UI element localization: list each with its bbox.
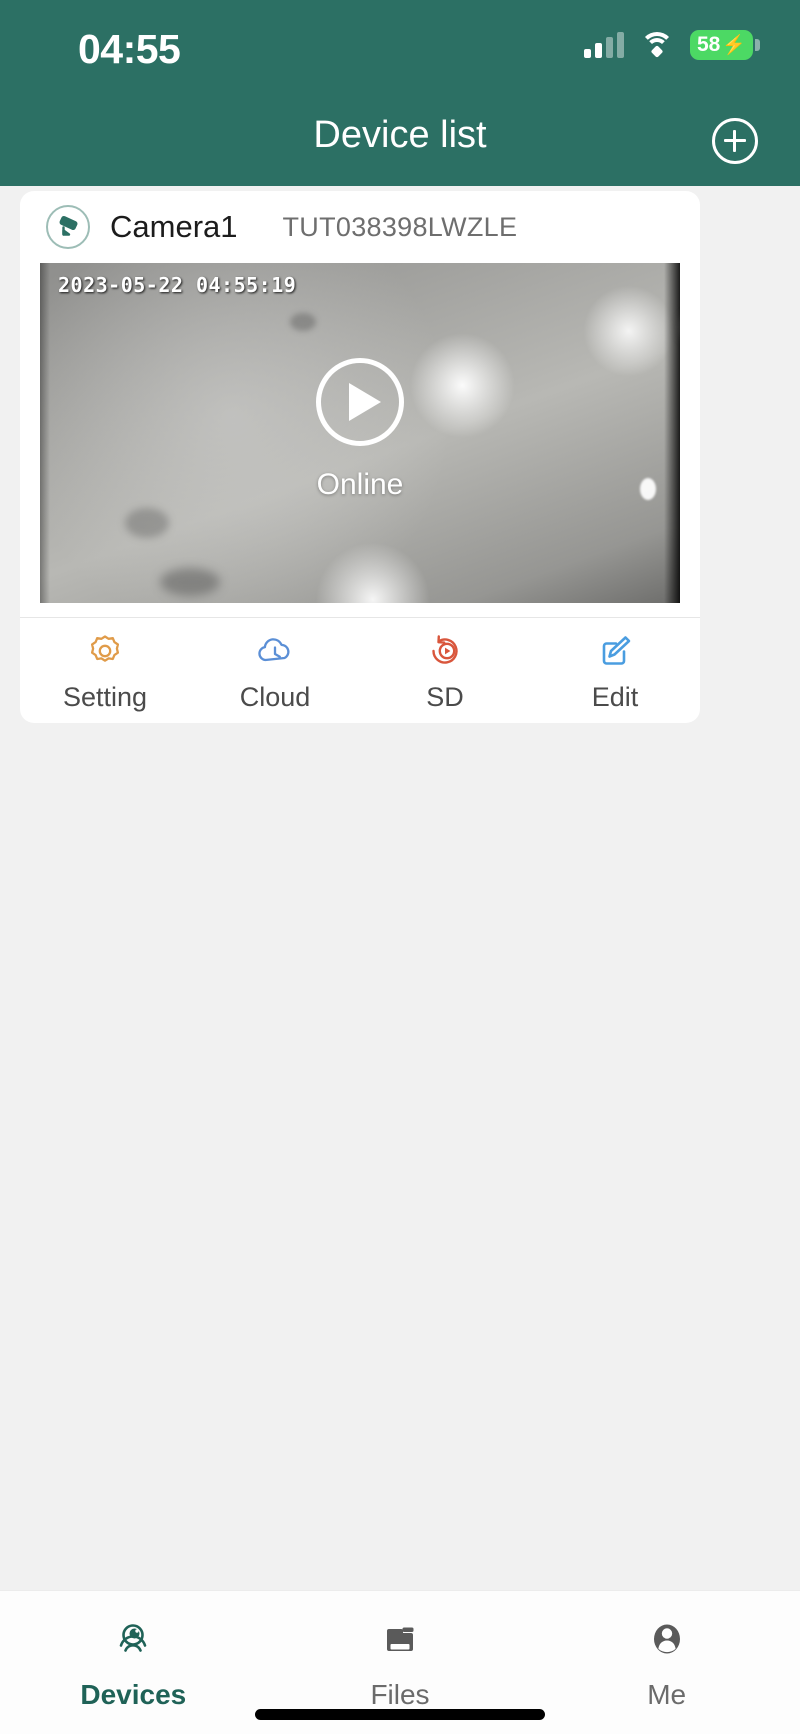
status-badge: Online xyxy=(316,468,404,501)
app-header: 04:55 58 ⚡ Device list xyxy=(0,0,800,186)
preview-artifact xyxy=(125,508,169,538)
tab-label: Devices xyxy=(80,1679,187,1710)
plus-circle-icon[interactable] xyxy=(712,118,758,164)
cctv-camera-icon xyxy=(46,205,90,249)
status-bar-time: 04:55 xyxy=(78,26,181,72)
action-label: SD xyxy=(426,681,464,712)
device-name: Camera1 xyxy=(110,209,238,244)
preview-artifact xyxy=(160,568,220,596)
wifi-icon xyxy=(639,32,674,58)
edit-pencil-icon xyxy=(593,629,637,673)
battery-charging-icon: 58 ⚡ xyxy=(689,30,760,60)
bottom-tab-bar: Devices Files Me xyxy=(0,1590,800,1734)
device-card[interactable]: Camera1 TUT038398LWZLE 2023-05-22 04:55:… xyxy=(20,191,700,723)
dome-camera-icon xyxy=(107,1613,159,1665)
page-title: Device list xyxy=(313,114,487,156)
preview-artifact xyxy=(290,313,316,331)
device-action-bar: Setting Cloud SD Edit xyxy=(20,617,700,723)
tab-devices[interactable]: Devices xyxy=(0,1591,267,1734)
preview-timestamp: 2023-05-22 04:55:19 xyxy=(58,273,297,297)
tab-label: Me xyxy=(647,1679,687,1710)
replay-sd-icon xyxy=(423,629,467,673)
folder-icon xyxy=(374,1613,426,1665)
status-bar: 04:55 58 ⚡ xyxy=(0,0,800,92)
device-uid: TUT038398LWZLE xyxy=(282,211,518,242)
preview-center-stack: Online xyxy=(40,358,680,502)
navigation-bar: Device list xyxy=(0,92,800,186)
cellular-signal-icon xyxy=(583,32,624,58)
action-edit[interactable]: Edit xyxy=(530,618,700,723)
action-sd[interactable]: SD xyxy=(360,618,530,723)
person-icon xyxy=(641,1613,693,1665)
action-label: Setting xyxy=(62,681,148,712)
battery-percent-label: 58 xyxy=(696,33,721,56)
action-label: Cloud xyxy=(239,681,311,712)
tab-label: Files xyxy=(370,1679,430,1710)
action-label: Edit xyxy=(591,681,639,712)
home-indicator xyxy=(255,1709,545,1720)
camera-preview[interactable]: 2023-05-22 04:55:19 Online xyxy=(40,263,680,603)
lightning-bolt-icon: ⚡ xyxy=(722,34,746,56)
action-setting[interactable]: Setting xyxy=(20,618,190,723)
cloud-clock-icon xyxy=(253,629,297,673)
battery-cap xyxy=(755,39,760,51)
tab-me[interactable]: Me xyxy=(533,1591,800,1734)
preview-artifact xyxy=(678,308,680,346)
phone-screen: 04:55 58 ⚡ Device list Camera1 TUT038398… xyxy=(0,0,800,1734)
device-card-header: Camera1 TUT038398LWZLE xyxy=(20,191,700,263)
gear-icon xyxy=(83,629,127,673)
status-bar-indicators: 58 ⚡ xyxy=(583,30,760,60)
play-circle-icon[interactable] xyxy=(316,358,404,446)
action-cloud[interactable]: Cloud xyxy=(190,618,360,723)
